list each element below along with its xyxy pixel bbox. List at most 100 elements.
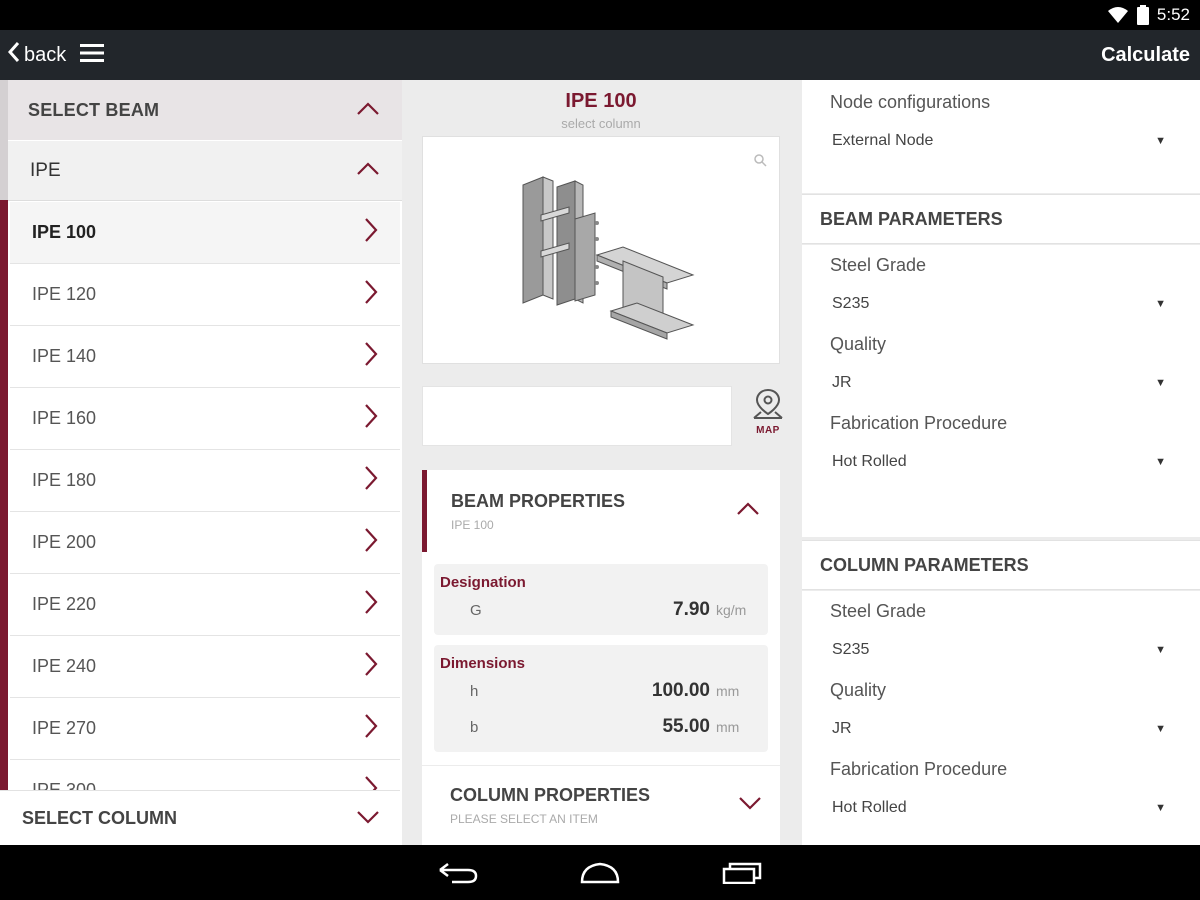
property-value: 100.00 [651,680,710,701]
map-label: MAP [756,425,780,436]
beam-quality-value: JR [832,374,852,391]
caret-down-icon: ▼ [1155,456,1166,468]
beam-parameters-panel: Steel Grade S235 ▼ Quality JR ▼ Fabricat… [802,245,1200,537]
chevron-up-icon [736,501,760,521]
node-config-select[interactable]: External Node ▼ [802,121,1200,161]
dimensions-title: Dimensions [440,655,526,672]
selected-beam-title: IPE 100 [565,90,637,112]
beam-family-label: IPE [30,159,61,181]
chevron-right-icon [364,651,378,682]
designation-title: Designation [440,574,526,591]
chevron-right-icon [364,713,378,744]
caret-down-icon: ▼ [1155,298,1166,310]
beam-properties-header[interactable]: BEAM PROPERTIES IPE 100 [422,470,780,552]
select-beam-label: SELECT BEAM [28,99,160,120]
accent-strip [0,200,8,845]
column-parameters-panel: Steel Grade S235 ▼ Quality JR ▼ Fabricat… [802,591,1200,845]
beam-steel-grade-label: Steel Grade [830,255,927,275]
selected-beam-subtitle: select column [561,116,641,131]
designation-group: Designation G 7.90 kg/m [434,564,768,635]
chevron-down-icon [356,808,380,829]
select-column-header[interactable]: SELECT COLUMN [0,790,400,845]
nav-back-icon[interactable] [438,862,478,884]
beam-list-item[interactable]: IPE 120 [10,264,400,326]
node-config-label: Node configurations [830,92,991,112]
beam-list-item[interactable]: IPE 140 [10,326,400,388]
battery-icon [1136,5,1149,25]
beam-column-connection-drawing [522,176,695,340]
select-column-label: SELECT COLUMN [22,807,177,828]
column-fabrication-select[interactable]: Hot Rolled ▼ [802,788,1200,828]
chevron-down-icon [738,796,762,815]
hamburger-menu-icon[interactable] [80,43,105,67]
back-button[interactable]: back [7,41,67,69]
beam-list-item[interactable]: IPE 270 [10,698,400,760]
zoom-icon[interactable] [753,153,767,172]
system-navigation-bar [0,845,1200,900]
nav-recents-icon[interactable] [722,862,762,884]
caret-down-icon: ▼ [1155,802,1166,814]
property-row: b 55.00 mm [440,716,756,752]
beam-fabrication-label: Fabrication Procedure [830,413,1008,433]
beam-list-item-label: IPE 240 [32,656,97,676]
column-fabrication-value: Hot Rolled [832,799,907,816]
column-fabrication-label: Fabrication Procedure [830,759,1008,779]
chevron-right-icon [364,403,378,434]
beam-quality-label: Quality [830,334,887,354]
beam-list: IPE 100 IPE 120 IPE 140 IPE 160 IPE 180 IPE 2… [10,202,400,822]
chevron-right-icon [364,465,378,496]
property-unit: mm [716,719,740,735]
beam-list-item-label: IPE 120 [32,284,97,304]
property-label: b [470,719,479,736]
column-properties-header[interactable]: COLUMN PROPERTIES PLEASE SELECT AN ITEM [422,766,780,845]
wifi-icon [1107,6,1129,24]
chevron-right-icon [364,341,378,372]
beam-list-item-label: IPE 100 [32,222,97,242]
detail-panel: IPE 100 select column MAP BEAM PROPERTIE… [402,80,800,845]
property-label: h [470,683,479,700]
beam-selector-panel: SELECT BEAM IPE IPE 100 IPE 120 IPE 140 IPE… [0,80,402,845]
chevron-right-icon [364,589,378,620]
property-value: 55.00 [662,716,710,737]
search-input[interactable] [422,386,732,446]
calculate-button[interactable]: Calculate [1101,44,1190,67]
settings-panel: Node configurations External Node ▼ BEAM… [802,80,1200,845]
beam-list-item[interactable]: IPE 160 [10,388,400,450]
dimensions-group: Dimensions h 100.00 mm b 55.00 mm [434,645,768,752]
caret-down-icon: ▼ [1155,644,1166,656]
status-bar: 5:52 [0,0,1200,30]
property-row: G 7.90 kg/m [440,599,756,635]
chevron-up-icon [356,160,380,182]
beam-properties-body: Designation G 7.90 kg/m Dimensions h 100… [422,552,780,765]
map-button[interactable]: MAP [750,388,786,436]
beam-fabrication-select[interactable]: Hot Rolled ▼ [802,442,1200,482]
beam-list-item[interactable]: IPE 100 [10,202,400,264]
property-unit: kg/m [716,602,747,618]
beam-list-item[interactable]: IPE 220 [10,574,400,636]
column-properties-title: COLUMN PROPERTIES [450,785,651,805]
caret-down-icon: ▼ [1155,723,1166,735]
beam-list-item[interactable]: IPE 180 [10,450,400,512]
select-beam-header[interactable]: SELECT BEAM [8,80,402,140]
beam-list-item-label: IPE 270 [32,718,97,738]
column-steel-grade-label: Steel Grade [830,601,927,621]
caret-down-icon: ▼ [1155,135,1166,147]
accent-strip [0,80,8,201]
column-parameters-header: COLUMN PARAMETERS [802,540,1200,590]
beam-list-item[interactable]: IPE 240 [10,636,400,698]
beam-family-row[interactable]: IPE [8,141,402,201]
column-quality-label: Quality [830,680,887,700]
beam-list-item[interactable]: IPE 200 [10,512,400,574]
beam-quality-select[interactable]: JR ▼ [802,363,1200,403]
column-steel-grade-select[interactable]: S235 ▼ [802,630,1200,670]
connection-image-card[interactable] [422,136,780,364]
column-quality-select[interactable]: JR ▼ [802,709,1200,749]
beam-steel-grade-select[interactable]: S235 ▼ [802,284,1200,324]
property-unit: mm [716,683,740,699]
chevron-right-icon [364,279,378,310]
nav-home-icon[interactable] [578,862,622,884]
caret-down-icon: ▼ [1155,377,1166,389]
column-steel-grade-value: S235 [832,641,870,658]
back-label: back [24,43,67,66]
node-config-panel: Node configurations External Node ▼ [802,80,1200,193]
